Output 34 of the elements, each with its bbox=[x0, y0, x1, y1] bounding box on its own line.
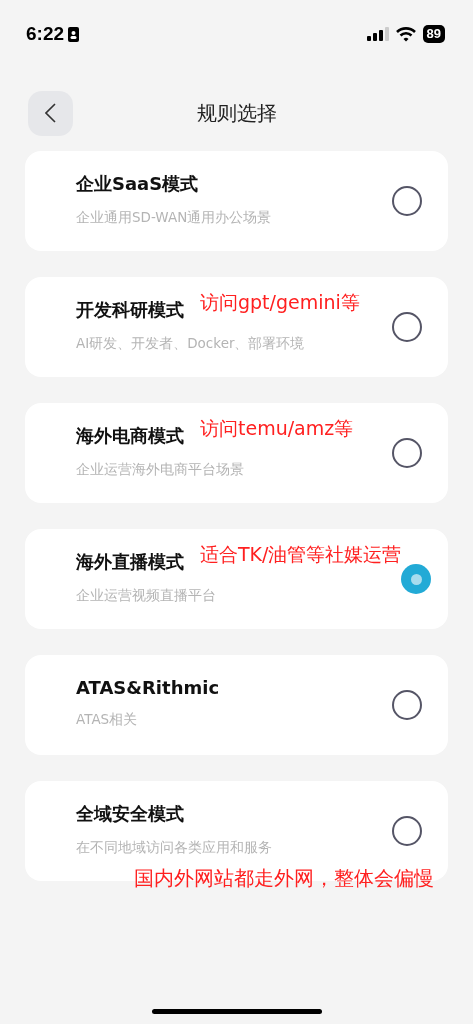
wifi-icon bbox=[395, 26, 416, 42]
rule-description: 企业运营海外电商平台场景 bbox=[76, 460, 245, 479]
annotation-note: 访问temu/amz等 bbox=[200, 419, 354, 438]
rule-name: 开发科研模式 bbox=[76, 297, 184, 322]
rule-card[interactable]: ATAS&Rithmic ATAS相关 bbox=[25, 655, 448, 755]
rule-description: AI研发、开发者、Docker、部署环境 bbox=[76, 334, 306, 353]
radio-button[interactable] bbox=[392, 312, 422, 342]
radio-button[interactable] bbox=[392, 438, 422, 468]
annotation-note: 适合TK/油管等社媒运营 bbox=[200, 545, 402, 564]
contact-card-icon bbox=[68, 26, 80, 42]
battery-level: 89 bbox=[422, 25, 445, 43]
rule-name: 海外电商模式 bbox=[76, 423, 184, 448]
rule-card[interactable]: 企业SaaS模式 企业通用SD-WAN通用办公场景 bbox=[25, 151, 448, 251]
rule-card[interactable]: 海外直播模式 适合TK/油管等社媒运营 企业运营视频直播平台 bbox=[25, 529, 448, 629]
rule-name: 企业SaaS模式 bbox=[76, 171, 199, 196]
status-time: 6:22 bbox=[26, 23, 65, 45]
annotation-note: 访问gpt/gemini等 bbox=[200, 293, 360, 312]
radio-button[interactable] bbox=[401, 564, 432, 594]
radio-button[interactable] bbox=[392, 186, 422, 216]
back-icon bbox=[45, 103, 56, 123]
rule-name: 全域安全模式 bbox=[76, 801, 184, 826]
radio-button[interactable] bbox=[392, 690, 422, 720]
page-title: 规则选择 bbox=[196, 100, 277, 125]
rule-description: ATAS相关 bbox=[76, 711, 139, 729]
signal-icon bbox=[366, 27, 389, 41]
radio-button[interactable] bbox=[392, 816, 422, 846]
rule-description: 在不同地域访问各类应用和服务 bbox=[76, 838, 273, 857]
back-button[interactable] bbox=[28, 90, 73, 136]
rule-name: ATAS&Rithmic bbox=[76, 677, 220, 698]
rule-description: 企业通用SD-WAN通用办公场景 bbox=[76, 208, 273, 227]
rule-card[interactable]: 开发科研模式 访问gpt/gemini等 AI研发、开发者、Docker、部署环境 bbox=[25, 277, 448, 377]
rule-description: 企业运营视频直播平台 bbox=[76, 586, 217, 605]
rule-card[interactable]: 海外电商模式 访问temu/amz等 企业运营海外电商平台场景 bbox=[25, 403, 448, 503]
rule-name: 海外直播模式 bbox=[76, 549, 184, 574]
